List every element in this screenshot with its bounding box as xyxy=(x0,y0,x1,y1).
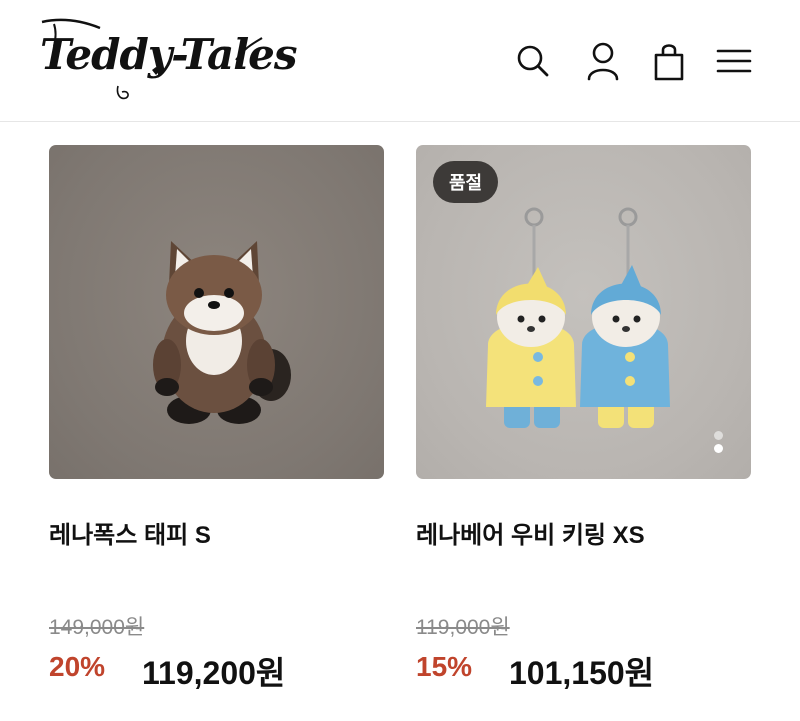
logo-text: Teddy-Tales xyxy=(40,30,298,79)
sale-price: 119,200원 xyxy=(142,655,286,691)
carousel-indicator xyxy=(714,431,724,457)
search-icon xyxy=(517,45,549,77)
carousel-dot[interactable] xyxy=(714,431,723,440)
discount-rate: 15% xyxy=(416,651,473,682)
product-image[interactable] xyxy=(49,145,384,479)
menu-button[interactable] xyxy=(711,38,757,84)
product-card[interactable]: 레나폭스 태피 S 149,000원 20% 119,200원 xyxy=(49,145,384,691)
original-price: 149,000원 xyxy=(49,616,145,639)
brand-logo[interactable]: Teddy-Tales xyxy=(40,16,298,108)
menu-icon xyxy=(716,49,752,73)
site-header: Teddy-Tales xyxy=(0,0,800,122)
sale-price: 101,150원 xyxy=(509,655,655,691)
shopping-bag-icon xyxy=(654,44,684,81)
search-button[interactable] xyxy=(510,38,556,84)
original-price: 119,000원 xyxy=(416,616,510,639)
sold-out-badge: 품절 xyxy=(433,161,499,203)
product-name[interactable]: 레나베어 우비 키링 XS xyxy=(416,515,645,550)
account-button[interactable] xyxy=(580,38,626,84)
fox-plush-image xyxy=(153,241,291,424)
product-card[interactable]: 품절 레나베어 우비 키링 XS 119,000원 15% 101,150원 xyxy=(416,145,751,691)
carousel-dot-active[interactable] xyxy=(714,444,723,453)
cart-button[interactable] xyxy=(646,38,692,84)
product-image[interactable]: 품절 xyxy=(416,145,751,479)
product-name[interactable]: 레나폭스 태피 S xyxy=(49,515,211,550)
discount-rate: 20% xyxy=(49,651,106,682)
user-icon xyxy=(587,42,619,81)
